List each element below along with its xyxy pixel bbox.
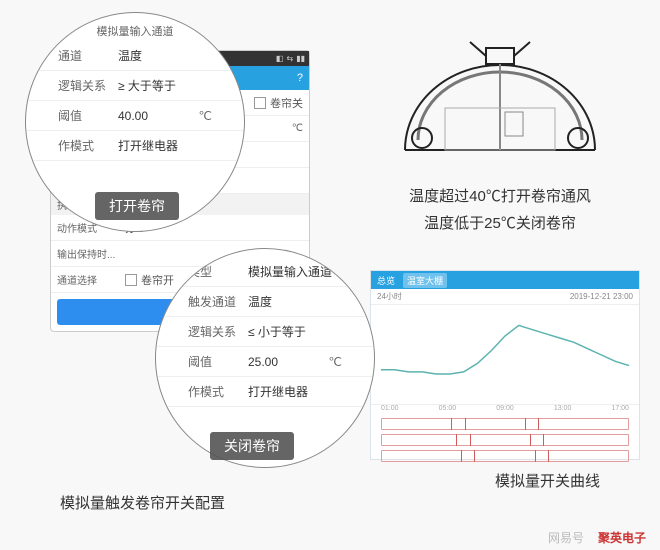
form-row: 逻辑关系≥ 大于等于 — [26, 71, 244, 101]
form-row: 类型模拟量输入通道 — [156, 257, 374, 287]
field-value[interactable]: 40.00 — [118, 109, 199, 123]
chart-x-ticks: 01:0005:0009:0013:0017:00 — [371, 405, 639, 412]
tab-overview[interactable]: 总览 — [377, 274, 395, 287]
form-row: 作模式打开继电器 — [26, 131, 244, 161]
greenhouse-diagram: 温度超过40℃打开卷帘通风 温度低于25℃关闭卷帘 — [370, 30, 630, 234]
checkbox-close[interactable] — [254, 97, 266, 109]
date-display: 2019-12-21 23:00 — [570, 292, 633, 301]
caption-chart: 模拟量开关曲线 — [495, 470, 600, 491]
zoom-header: 模拟量输入通道 — [26, 23, 244, 39]
field-value[interactable]: 温度 — [248, 293, 342, 310]
field-label: 类型 — [188, 263, 248, 280]
field-label: 逻辑关系 — [58, 77, 118, 94]
field-value[interactable]: ≤ 小于等于 — [248, 323, 342, 340]
field-label: 通道 — [58, 47, 118, 64]
field-value[interactable]: 温度 — [118, 47, 212, 64]
chart-panel: 总览 温室大棚 24小时 2019-12-21 23:00 01:0005:00… — [370, 270, 640, 460]
relay-track — [381, 418, 629, 430]
help-icon[interactable]: ? — [297, 72, 303, 84]
brand-name: 聚英电子 — [598, 529, 646, 546]
diagram-text-1: 温度超过40℃打开卷帘通风 — [370, 186, 630, 207]
field-value[interactable]: 打开继电器 — [118, 137, 212, 154]
relay-tracks — [371, 412, 639, 466]
form-row: 作模式打开继电器 — [156, 377, 374, 407]
field-label: 作模式 — [188, 383, 248, 400]
range-select[interactable]: 24小时 — [377, 291, 402, 302]
chart-toolbar: 24小时 2019-12-21 23:00 — [371, 289, 639, 305]
field-value[interactable]: ≥ 大于等于 — [118, 77, 212, 94]
field-label: 触发通道 — [188, 293, 248, 310]
form-row: 阈值25.00℃ — [156, 347, 374, 377]
field-value[interactable]: 25.00 — [248, 355, 329, 369]
form-row: 逻辑关系≤ 小于等于 — [156, 317, 374, 347]
form-row: 阈值40.00℃ — [26, 101, 244, 131]
close-label: 卷帘关 — [270, 95, 303, 111]
chart-area — [371, 305, 639, 405]
field-label: 逻辑关系 — [188, 323, 248, 340]
field-label: 阈值 — [188, 353, 248, 370]
field-label: 输出保持时... — [57, 246, 125, 261]
form-row: 触发通道温度 — [156, 287, 374, 317]
field-value[interactable]: 打开继电器 — [248, 383, 342, 400]
badge-close: 关闭卷帘 — [210, 432, 294, 460]
caption-left: 模拟量触发卷帘开关配置 — [60, 492, 225, 513]
relay-track — [381, 450, 629, 462]
chart-tabs: 总览 温室大棚 — [371, 271, 639, 289]
field-label: 阈值 — [58, 107, 118, 124]
field-unit: ℃ — [199, 109, 212, 123]
tab-greenhouse[interactable]: 温室大棚 — [403, 273, 447, 288]
field-value[interactable]: 模拟量输入通道 — [248, 263, 342, 280]
footer: 网易号 聚英电子 — [548, 529, 646, 546]
checkbox[interactable] — [125, 274, 137, 286]
badge-open: 打开卷帘 — [95, 192, 179, 220]
diagram-text-2: 温度低于25℃关闭卷帘 — [370, 213, 630, 234]
field-label: 作模式 — [58, 137, 118, 154]
form-row: 通道温度 — [26, 41, 244, 71]
field-label: 通道选择 — [57, 272, 125, 287]
field-unit: ℃ — [292, 123, 303, 134]
site-name: 网易号 — [548, 529, 584, 546]
relay-track — [381, 434, 629, 446]
field-unit: ℃ — [329, 355, 342, 369]
